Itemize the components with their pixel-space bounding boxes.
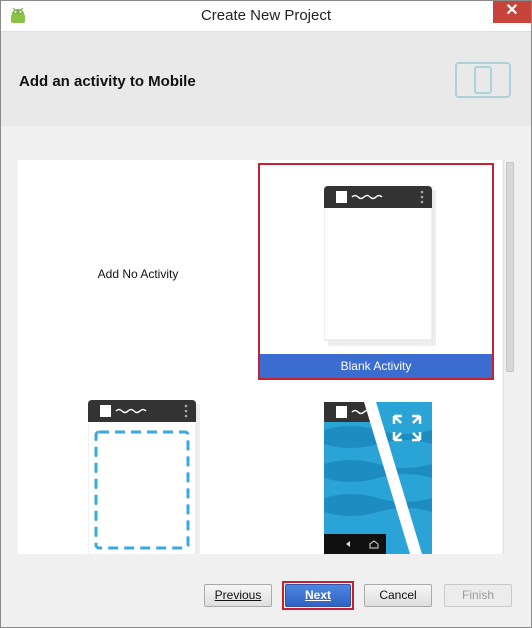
tile-label: Add No Activity — [97, 267, 179, 281]
tile-fragment-activity[interactable] — [87, 399, 200, 554]
tile-add-no-activity[interactable]: Add No Activity — [18, 160, 258, 388]
tile-caption: Blank Activity — [260, 354, 492, 378]
next-button-label: Next — [304, 588, 331, 602]
blank-activity-preview-icon — [324, 186, 436, 346]
fullscreen-activity-preview-icon — [324, 402, 432, 554]
tile-fullscreen-activity[interactable] — [324, 402, 436, 554]
window-title: Create New Project — [200, 7, 332, 24]
cancel-button[interactable]: Cancel — [364, 584, 432, 607]
activity-gallery: Add No Activity Blank Activity — [18, 160, 502, 554]
header-panel: Add an activity to Mobile — [1, 32, 531, 126]
close-icon: ✕ — [505, 2, 519, 19]
gallery-scrollbar[interactable] — [503, 160, 516, 554]
finish-button-label: Finish — [461, 588, 494, 602]
dialog-window: Create New Project ✕ Add an activity to … — [0, 0, 532, 628]
title-bar: Create New Project ✕ — [1, 1, 531, 32]
scrollbar-thumb[interactable] — [506, 162, 514, 372]
page-title: Add an activity to Mobile — [19, 73, 196, 90]
next-button[interactable]: Next — [285, 584, 351, 607]
close-button[interactable]: ✕ — [493, 1, 531, 23]
finish-button[interactable]: Finish — [444, 584, 512, 607]
dashed-activity-preview-icon — [87, 399, 200, 554]
tile-blank-activity[interactable]: Blank Activity — [258, 163, 494, 380]
previous-button-label: Previous — [214, 588, 262, 602]
cancel-button-label: Cancel — [379, 588, 417, 602]
mobile-device-icon — [455, 62, 511, 98]
previous-button[interactable]: Previous — [204, 584, 272, 607]
